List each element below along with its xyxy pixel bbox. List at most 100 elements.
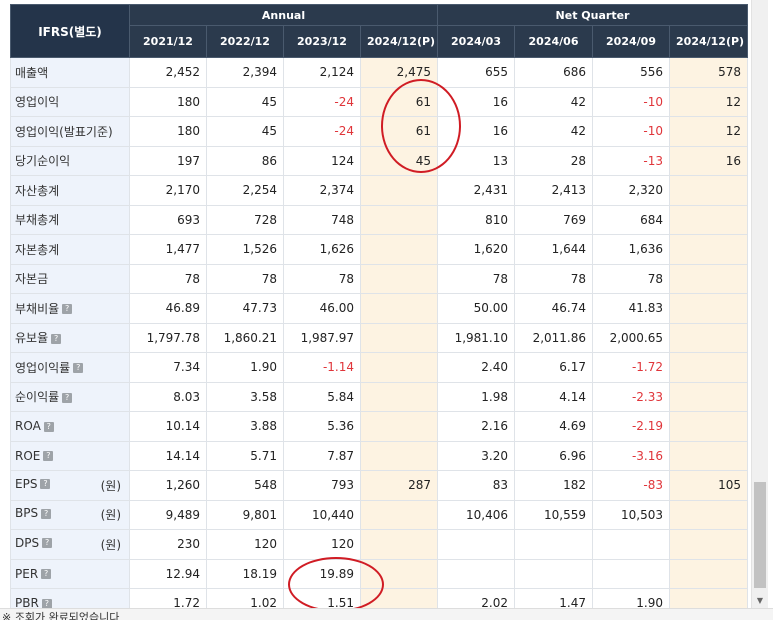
row-label: ROE?: [10, 440, 130, 471]
period-header: 2024/09: [592, 25, 671, 58]
table-cell: [669, 175, 749, 206]
period-label: 2024/06: [528, 35, 579, 48]
table-cell: 61: [359, 116, 439, 147]
row-label-text: EPS: [15, 476, 38, 491]
table-cell: 5.71: [206, 440, 284, 471]
table-cell: -3.16: [592, 440, 671, 471]
unit-label: (원): [100, 478, 121, 493]
table-cell: [359, 381, 439, 412]
table-cell: [359, 322, 439, 353]
table-cell: [437, 529, 516, 560]
help-icon[interactable]: ?: [62, 392, 73, 403]
table-cell: 3.88: [206, 411, 284, 442]
table-cell: 197: [129, 145, 207, 176]
table-cell: 12.94: [129, 558, 207, 589]
table-cell: 46.89: [129, 293, 207, 324]
scroll-down-arrow-icon[interactable]: ▼: [755, 596, 765, 606]
row-label: 자본금: [10, 263, 130, 294]
table-cell: 50.00: [437, 293, 516, 324]
row-label-text: 영업이익(발표기준): [15, 124, 113, 139]
row-label: ROA?: [10, 411, 130, 442]
table-cell: 1,797.78: [129, 322, 207, 353]
period-header: 2024/12(P)?: [359, 25, 439, 58]
table-cell: 47.73: [206, 293, 284, 324]
table-cell: 2,170: [129, 175, 207, 206]
table-cell: 4.14: [514, 381, 594, 412]
table-cell: 1,626: [283, 234, 361, 265]
table-cell: 78: [129, 263, 207, 294]
table-cell: [669, 440, 749, 471]
vertical-scrollbar[interactable]: ▼: [751, 0, 768, 608]
table-cell: 10,503: [592, 499, 671, 530]
help-icon[interactable]: ?: [40, 479, 51, 490]
table-cell: 16: [669, 145, 749, 176]
row-label-text: 자산총계: [15, 183, 60, 198]
table-cell: 5.84: [283, 381, 361, 412]
table-cell: 9,801: [206, 499, 284, 530]
annual-group-header: Annual: [128, 4, 439, 26]
row-label: PER?: [10, 558, 130, 589]
table-row: 자본금 78 78 78 78 78 78: [10, 263, 749, 294]
table-cell: 83: [437, 470, 516, 501]
help-icon[interactable]: ?: [43, 451, 54, 462]
table-cell: 46.74: [514, 293, 594, 324]
table-cell: 9,489: [129, 499, 207, 530]
table-cell: -10: [592, 86, 671, 117]
table-row: DPS? (원) 230 120 120: [10, 529, 749, 560]
quarter-group-header: Net Quarter: [437, 4, 749, 26]
help-icon[interactable]: ?: [42, 538, 53, 549]
table-cell: 16: [437, 86, 516, 117]
table-cell: 18.19: [206, 558, 284, 589]
help-icon[interactable]: ?: [62, 304, 73, 315]
row-label-text: 부채비율: [15, 301, 60, 316]
table-cell: [359, 263, 439, 294]
table-cell: [359, 558, 439, 589]
table-cell: [359, 529, 439, 560]
table-cell: 2,475: [359, 57, 439, 88]
period-label: 2021/12: [143, 35, 193, 48]
table-cell: -1.72: [592, 352, 671, 383]
table-cell: 10.14: [129, 411, 207, 442]
table-row: ROE? 14.14 5.71 7.87 3.20 6.96 -3.16: [10, 440, 749, 471]
table-cell: 1,477: [129, 234, 207, 265]
table-cell: [592, 529, 671, 560]
table-cell: 748: [283, 204, 361, 235]
unit-label: (원): [100, 537, 121, 552]
table-cell: 1,860.21: [206, 322, 284, 353]
table-cell: [359, 175, 439, 206]
table-cell: 686: [514, 57, 594, 88]
table-cell: 46.00: [283, 293, 361, 324]
table-cell: 769: [514, 204, 594, 235]
row-label: 유보율?: [10, 322, 130, 353]
table-cell: [514, 529, 594, 560]
row-label-text: 자본금: [15, 272, 49, 287]
table-cell: 2.16: [437, 411, 516, 442]
table-cell: -24: [283, 86, 361, 117]
table-cell: 182: [514, 470, 594, 501]
table-cell: 41.83: [592, 293, 671, 324]
table-cell: [669, 263, 749, 294]
help-icon[interactable]: ?: [51, 333, 62, 344]
table-cell: 6.96: [514, 440, 594, 471]
table-cell: 8.03: [129, 381, 207, 412]
table-cell: 78: [206, 263, 284, 294]
row-label-text: 부채총계: [15, 213, 60, 228]
status-footnote: ※ 조회가 완료되었습니다: [2, 611, 120, 620]
help-icon[interactable]: ?: [73, 363, 84, 374]
table-cell: 287: [359, 470, 439, 501]
help-icon[interactable]: ?: [41, 569, 52, 580]
period-header: 2021/12: [129, 25, 207, 58]
table-cell: 1,636: [592, 234, 671, 265]
row-label-text: ROA: [15, 419, 41, 434]
row-label: 영업이익(발표기준): [10, 116, 130, 147]
table-cell: 1.90: [206, 352, 284, 383]
help-icon[interactable]: ?: [41, 508, 52, 519]
table-cell: [669, 322, 749, 353]
table-cell: 2,452: [129, 57, 207, 88]
table-cell: [669, 234, 749, 265]
help-icon[interactable]: ?: [43, 421, 54, 432]
table-cell: 2,011.86: [514, 322, 594, 353]
table-cell: [669, 381, 749, 412]
scrollbar-thumb[interactable]: [754, 482, 766, 588]
table-cell: -2.19: [592, 411, 671, 442]
